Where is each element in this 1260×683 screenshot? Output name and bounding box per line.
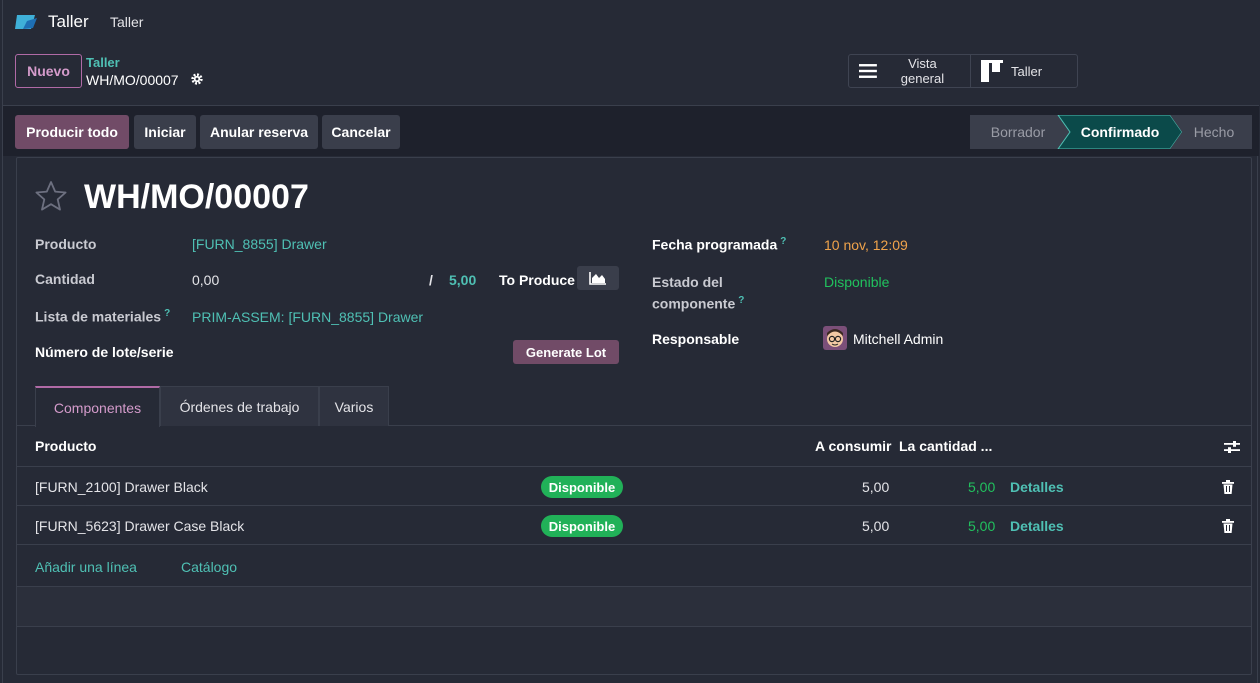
product-value[interactable]: [FURN_8855] Drawer bbox=[192, 236, 327, 252]
component-status-help-icon[interactable]: ? bbox=[738, 295, 744, 306]
status-step-done[interactable]: Hecho bbox=[1182, 115, 1246, 149]
control-panel: Nuevo Taller WH/MO/00007 Vista general T… bbox=[3, 44, 1259, 106]
quantity-separator: / bbox=[429, 272, 433, 288]
row-quantity[interactable]: 5,00 bbox=[968, 518, 995, 534]
date-help-icon[interactable]: ? bbox=[780, 236, 786, 247]
start-button[interactable]: Iniciar bbox=[134, 115, 196, 149]
row-to-consume: 5,00 bbox=[862, 518, 890, 534]
avatar-icon[interactable] bbox=[823, 326, 847, 350]
workshop-view-label: Taller bbox=[1011, 63, 1043, 79]
row-quantity[interactable]: 5,00 bbox=[968, 479, 995, 495]
to-produce-label: To Produce bbox=[499, 272, 575, 288]
responsible-value[interactable]: Mitchell Admin bbox=[853, 331, 943, 347]
overview-view-button[interactable]: Vista general bbox=[849, 55, 971, 87]
component-status-value: Disponible bbox=[824, 274, 890, 290]
workshop-view-button[interactable]: Taller bbox=[971, 55, 1052, 87]
forecast-chart-button[interactable] bbox=[577, 266, 619, 290]
list-icon bbox=[859, 64, 877, 78]
component-status-label-line1: Estado del bbox=[652, 274, 723, 290]
catalog-link[interactable]: Catálogo bbox=[181, 559, 237, 575]
breadcrumb-current: WH/MO/00007 bbox=[86, 72, 179, 88]
bom-help-icon[interactable]: ? bbox=[164, 308, 170, 319]
action-bar: Producir todo Iniciar Anular reserva Can… bbox=[3, 106, 1259, 156]
column-settings-icon[interactable] bbox=[1224, 440, 1240, 454]
kanban-icon bbox=[981, 60, 1003, 82]
notebook-tabs: Componentes Órdenes de trabajo Varios bbox=[17, 386, 1251, 427]
quantity-label: Cantidad bbox=[35, 271, 95, 287]
status-badge: Disponible bbox=[541, 476, 623, 498]
overview-view-label: Vista general bbox=[900, 56, 945, 86]
quantity-total[interactable]: 5,00 bbox=[449, 272, 476, 288]
star-icon[interactable] bbox=[35, 180, 67, 212]
status-step-draft[interactable]: Borrador bbox=[970, 115, 1066, 149]
column-header-quantity[interactable]: La cantidad ... bbox=[899, 438, 992, 454]
unreserve-button[interactable]: Anular reserva bbox=[200, 115, 318, 149]
status-badge: Disponible bbox=[541, 515, 623, 537]
product-label: Producto bbox=[35, 236, 97, 252]
bom-label: Lista de materiales? bbox=[35, 308, 171, 325]
app-logo-icon[interactable] bbox=[13, 12, 39, 32]
empty-row bbox=[17, 587, 1251, 627]
menu-item-taller[interactable]: Taller bbox=[110, 14, 143, 30]
produce-all-button[interactable]: Producir todo bbox=[15, 115, 129, 149]
quantity-input[interactable]: 0,00 bbox=[192, 272, 219, 288]
row-product: [FURN_5623] Drawer Case Black bbox=[35, 518, 245, 534]
column-header-product[interactable]: Producto bbox=[35, 438, 96, 454]
tab-work-orders[interactable]: Órdenes de trabajo bbox=[160, 386, 319, 426]
generate-lot-button[interactable]: Generate Lot bbox=[513, 340, 619, 364]
breadcrumb-parent[interactable]: Taller bbox=[86, 55, 120, 70]
tab-components[interactable]: Componentes bbox=[35, 386, 160, 427]
new-button[interactable]: Nuevo bbox=[15, 54, 82, 88]
status-bar: Borrador Confirmado Hecho bbox=[970, 115, 1252, 149]
row-details-button[interactable]: Detalles bbox=[1010, 479, 1064, 495]
row-product: [FURN_2100] Drawer Black bbox=[35, 479, 208, 495]
area-chart-icon bbox=[589, 271, 606, 285]
scheduled-date-label: Fecha programada? bbox=[652, 236, 787, 253]
record-title: WH/MO/00007 bbox=[84, 178, 309, 216]
status-step-confirmed[interactable]: Confirmado bbox=[1070, 115, 1170, 149]
component-status-label-line2: componente? bbox=[652, 295, 745, 312]
app-frame: Taller Taller Nuevo Taller WH/MO/00007 V… bbox=[2, 0, 1259, 683]
trash-icon[interactable] bbox=[1222, 519, 1234, 533]
add-line-link[interactable]: Añadir una línea bbox=[35, 559, 137, 575]
bom-value[interactable]: PRIM-ASSEM: [FURN_8855] Drawer bbox=[192, 309, 423, 325]
trash-icon[interactable] bbox=[1222, 480, 1234, 494]
tab-misc[interactable]: Varios bbox=[319, 386, 389, 426]
cancel-button[interactable]: Cancelar bbox=[322, 115, 400, 149]
gear-icon[interactable] bbox=[190, 72, 204, 86]
responsible-label: Responsable bbox=[652, 331, 740, 347]
view-switcher: Vista general Taller bbox=[848, 54, 1078, 88]
scheduled-date-value[interactable]: 10 nov, 12:09 bbox=[824, 237, 908, 253]
table-row[interactable]: [FURN_2100] Drawer Black Disponible 5,00… bbox=[17, 467, 1251, 506]
add-line-row: Añadir una línea Catálogo bbox=[17, 545, 1251, 587]
lot-label: Número de lote/serie bbox=[35, 344, 174, 360]
row-details-button[interactable]: Detalles bbox=[1010, 518, 1064, 534]
top-navbar: Taller Taller bbox=[3, 0, 1259, 44]
table-row[interactable]: [FURN_5623] Drawer Case Black Disponible… bbox=[17, 506, 1251, 545]
row-to-consume: 5,00 bbox=[862, 479, 890, 495]
app-name[interactable]: Taller bbox=[48, 12, 89, 32]
column-header-to-consume[interactable]: A consumir bbox=[815, 438, 892, 454]
form-sheet: WH/MO/00007 Producto [FURN_8855] Drawer … bbox=[16, 157, 1252, 675]
